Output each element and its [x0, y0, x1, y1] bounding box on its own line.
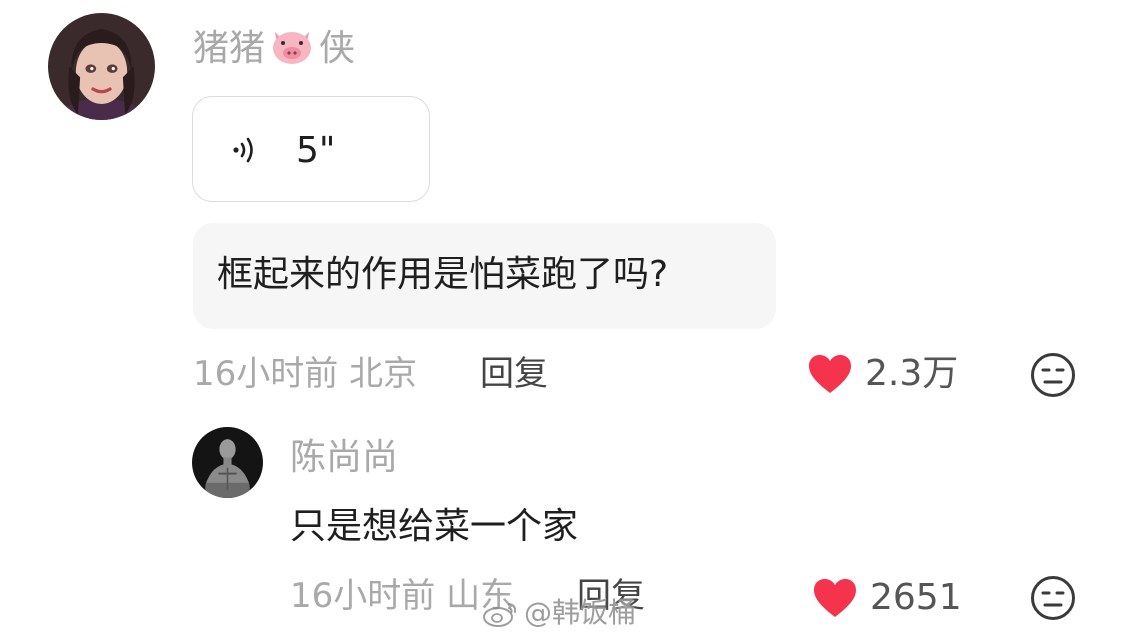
like-button[interactable]: 2651: [812, 577, 962, 619]
neutral-face-icon: [1031, 353, 1075, 397]
reply-button[interactable]: 回复: [480, 357, 548, 391]
commenter-avatar[interactable]: [48, 13, 155, 120]
heart-icon: [809, 355, 851, 393]
emoji-react-button[interactable]: [1030, 575, 1076, 621]
pig-face-icon: [269, 26, 315, 66]
replier-username[interactable]: 陈尚尚: [290, 440, 398, 476]
commenter-username[interactable]: 猪猪 侠: [193, 26, 355, 67]
voice-duration: 5": [296, 130, 336, 171]
reply-text: 只是想给菜一个家: [290, 506, 579, 547]
like-count: 2.3万: [865, 353, 959, 394]
comment-time-location: 16小时前 北京: [193, 354, 418, 394]
neutral-face-icon: [1031, 576, 1075, 620]
watermark-text: @韩饭桶: [524, 596, 637, 629]
replier-avatar[interactable]: [192, 427, 263, 498]
emoji-react-button[interactable]: [1030, 352, 1076, 398]
voice-message-bubble[interactable]: 5": [192, 96, 430, 202]
avatar-image: [192, 427, 263, 498]
like-button[interactable]: 2.3万: [807, 353, 958, 395]
comment-text: 框起来的作用是怕菜跑了吗?: [217, 254, 669, 295]
reply-time-location: 16小时前 山东: [290, 576, 515, 616]
voice-wave-icon: [233, 137, 253, 163]
comment-text-bubble: 框起来的作用是怕菜跑了吗?: [193, 223, 776, 329]
heart-icon: [814, 579, 856, 617]
avatar-image: [48, 13, 155, 120]
username-suffix: 侠: [319, 28, 356, 69]
weibo-watermark: @韩饭桶: [482, 598, 636, 628]
weibo-logo-icon: [483, 603, 517, 627]
like-count: 2651: [870, 577, 962, 618]
username-prefix: 猪猪: [193, 28, 266, 69]
